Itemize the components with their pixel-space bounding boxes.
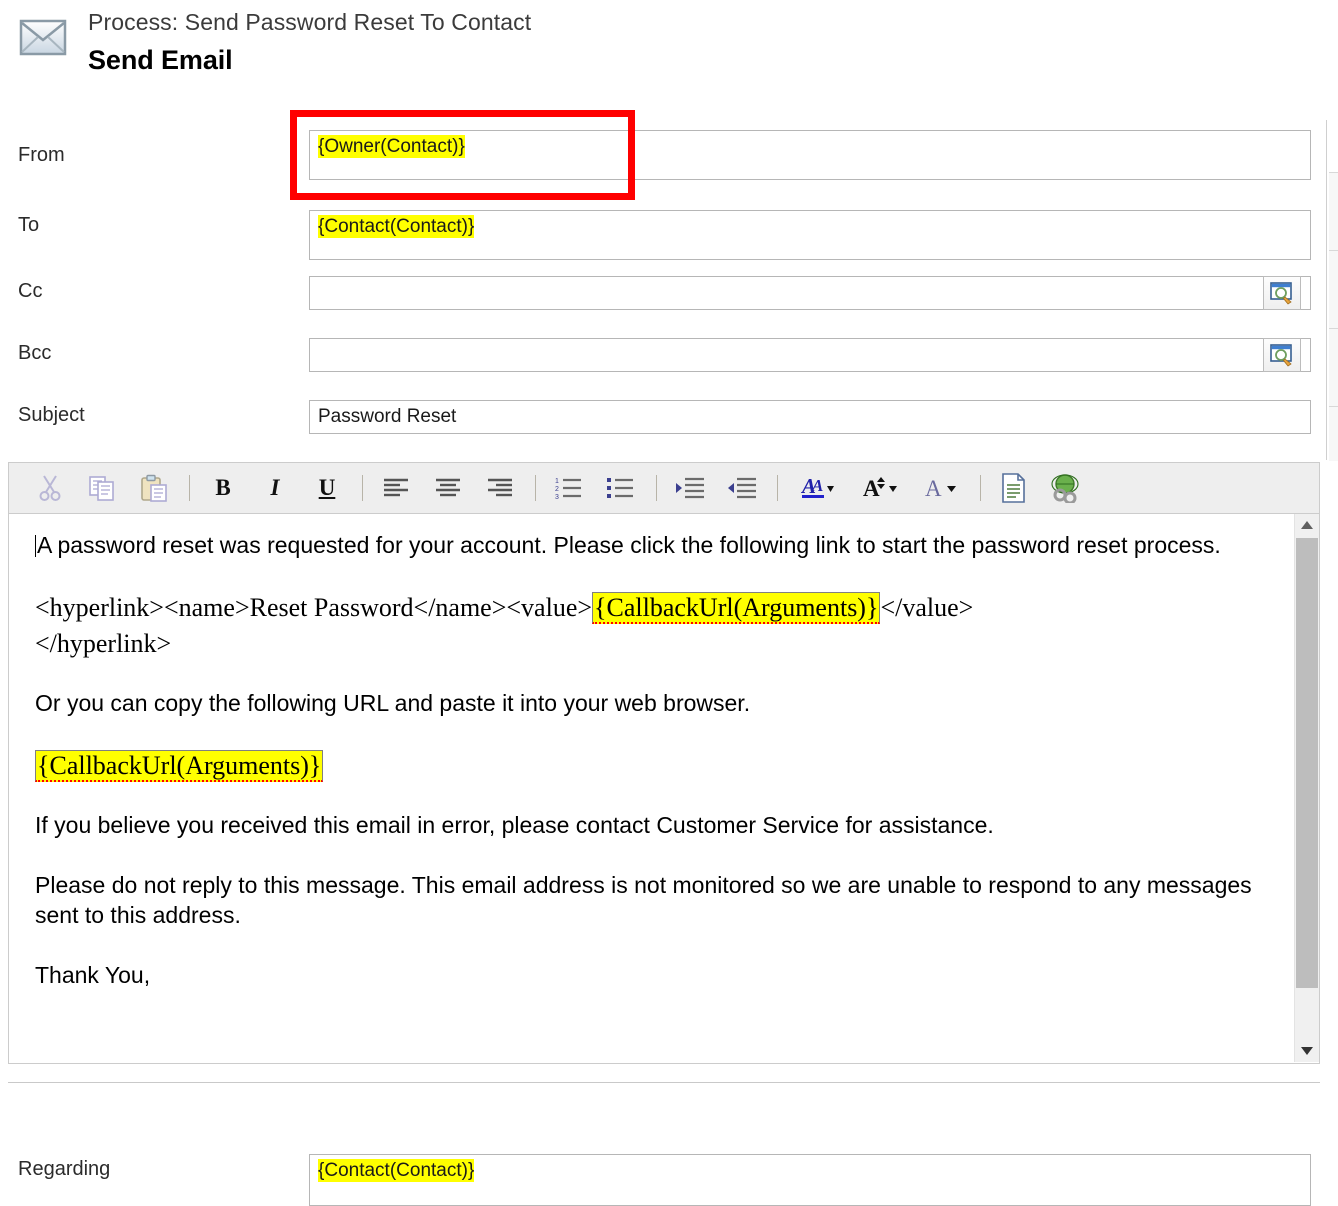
subject-label: Subject [18,404,85,426]
outdent-icon[interactable] [723,469,761,507]
bullet-list-icon[interactable] [602,469,640,507]
bcc-input[interactable] [309,338,1311,372]
from-input[interactable]: {Owner(Contact)} [309,130,1311,180]
regarding-label: Regarding [18,1158,111,1180]
cc-label: Cc [18,280,43,302]
body-paragraph-3: Or you can copy the following URL and pa… [35,690,751,716]
paste-icon[interactable] [135,469,173,507]
field-row-from: From {Owner(Contact)} [0,110,1338,200]
page-title: Send Email [88,45,233,75]
from-value-wrap: {Owner(Contact)} [318,135,465,158]
to-input[interactable]: {Contact(Contact)} [309,210,1311,260]
scroll-down-arrow-icon[interactable] [1295,1040,1319,1062]
toolbar-separator [362,475,363,501]
field-row-to: To {Contact(Contact)} [0,202,1338,270]
svg-text:1: 1 [555,478,559,485]
toolbar-separator [535,475,536,501]
bcc-lookup-button[interactable] [1263,338,1301,372]
regarding-value-wrap: {Contact(Contact)} [318,1159,475,1182]
subject-input[interactable]: Password Reset [309,400,1311,434]
body-paragraph-1: A password reset was requested for your … [35,532,1221,558]
callback-url-token: {CallbackUrl(Arguments)} [35,750,324,782]
body-paragraph-hyperlink: <hyperlink><name>Reset Password</name><v… [35,590,1267,662]
underline-icon[interactable]: U [308,469,346,507]
svg-text:A: A [925,476,942,501]
scroll-up-arrow-icon[interactable] [1295,514,1319,536]
align-right-icon[interactable] [481,469,519,507]
toolbar-separator [980,475,981,501]
toolbar-separator [656,475,657,501]
from-label: From [18,144,65,166]
toolbar-separator [777,475,778,501]
align-center-icon[interactable] [429,469,467,507]
hyperlink-markup-post: </value> [880,593,974,622]
to-value-wrap: {Contact(Contact)} [318,215,475,238]
numbered-list-icon[interactable]: 123 [550,469,588,507]
body-vertical-scrollbar[interactable] [1294,514,1319,1062]
lookup-icon [1270,344,1292,367]
indent-icon[interactable] [671,469,709,507]
hyperlink-icon[interactable] [1047,469,1085,507]
svg-text:A: A [863,476,880,501]
section-divider [8,1082,1320,1083]
font-color-icon[interactable]: A A [792,469,844,507]
form-header: Process: Send Password Reset To Contact … [0,0,1338,96]
editor-toolbar: B I U 1 2 3 A A A A [8,462,1320,514]
email-body-textarea[interactable]: A password reset was requested for your … [8,514,1320,1064]
cc-lookup-button[interactable] [1263,276,1301,310]
body-paragraph-6: Please do not reply to this message. Thi… [35,872,1252,928]
scrollbar-thumb[interactable] [1296,538,1318,988]
hyperlink-markup-pre: <hyperlink><name>Reset Password</name><v… [35,593,593,622]
body-paragraph-5: If you believe you received this email i… [35,812,994,838]
body-paragraph-7: Thank You, [35,962,151,988]
process-title: Process: Send Password Reset To Contact [88,9,532,35]
svg-text:2: 2 [555,486,559,493]
envelope-icon [16,16,72,60]
to-label: To [18,214,40,236]
toolbar-separator [189,475,190,501]
field-row-regarding: Regarding {Contact(Contact)} [0,1146,1338,1206]
svg-text:3: 3 [555,494,559,500]
field-row-bcc: Bcc [0,330,1338,390]
bold-icon[interactable]: B [204,469,242,507]
font-name-icon[interactable]: A [916,469,968,507]
bcc-label: Bcc [18,342,52,364]
body-paragraph-url: {CallbackUrl(Arguments)} [35,748,1267,784]
font-size-icon[interactable]: A [854,469,906,507]
cc-input[interactable] [309,276,1311,310]
field-row-subject: Subject Password Reset [0,392,1338,448]
panel-segment [1329,328,1338,407]
callback-url-token: {CallbackUrl(Arguments)} [592,592,881,624]
text-caret [35,535,36,557]
align-left-icon[interactable] [377,469,415,507]
svg-text:A: A [811,476,823,495]
hyperlink-markup-close: </hyperlink> [35,629,172,658]
subject-value: Password Reset [318,406,457,427]
copy-icon[interactable] [83,469,121,507]
italic-icon[interactable]: I [256,469,294,507]
email-body-content[interactable]: A password reset was requested for your … [9,514,1279,1062]
field-row-cc: Cc [0,268,1338,328]
cut-icon[interactable] [31,469,69,507]
source-view-icon[interactable] [995,469,1033,507]
lookup-icon [1270,282,1292,305]
panel-segment [1329,172,1338,251]
email-body-editor: B I U 1 2 3 A A A A A password reset was… [8,462,1320,1064]
panel-segment [1329,250,1338,329]
regarding-input[interactable]: {Contact(Contact)} [309,1154,1311,1206]
panel-segment [1329,406,1338,461]
right-side-panel [1326,120,1338,461]
